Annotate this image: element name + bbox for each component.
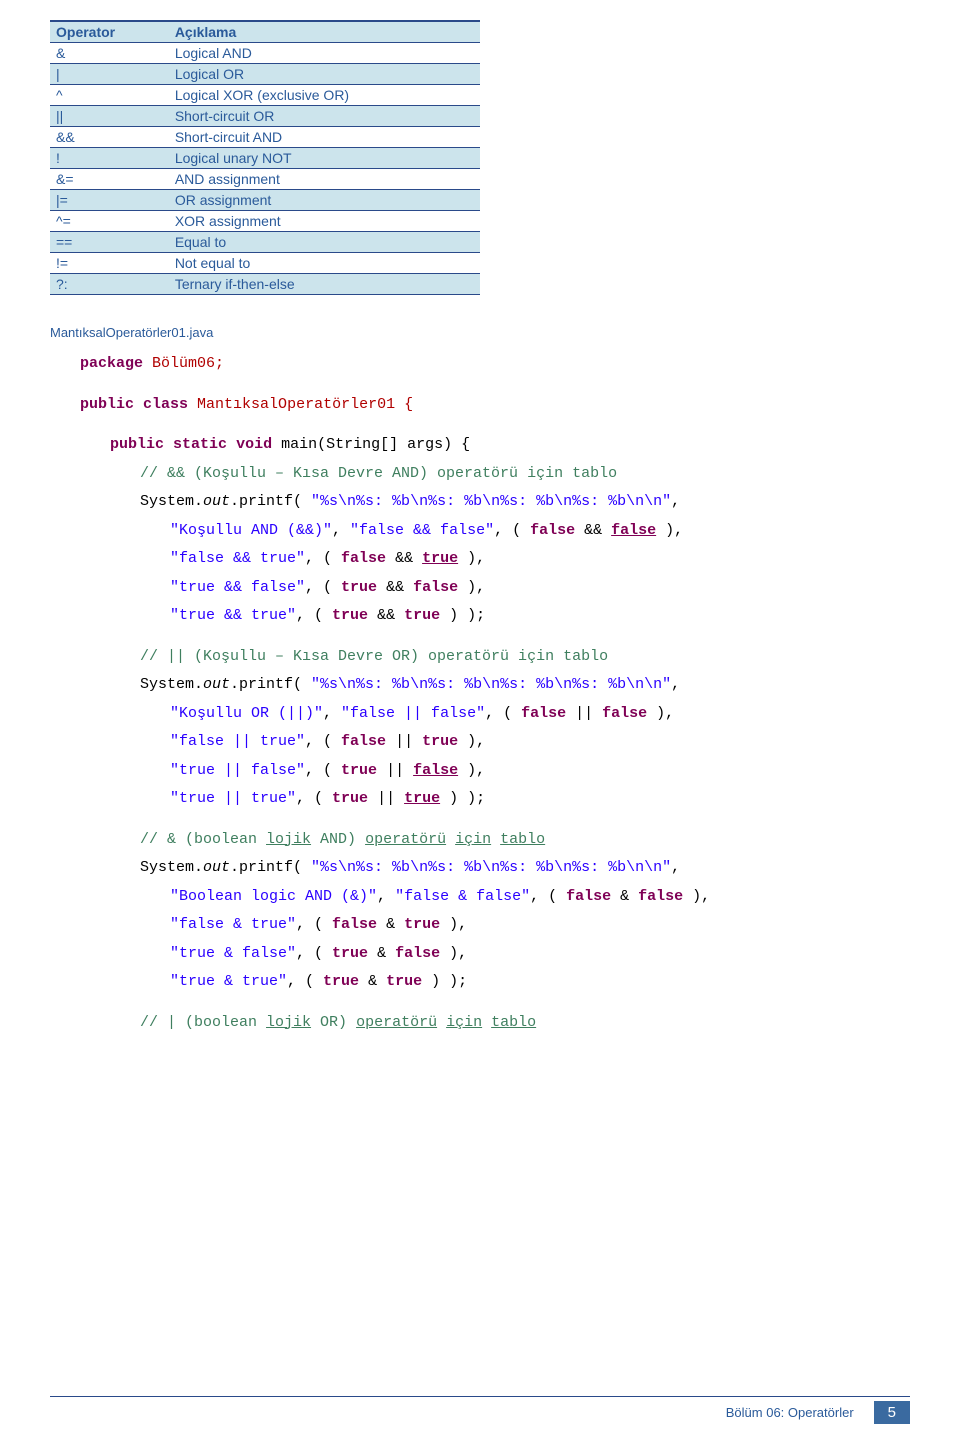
table-cell: ^ (50, 85, 169, 106)
table-cell: Not equal to (169, 253, 480, 274)
table-cell: Equal to (169, 232, 480, 253)
table-cell: Short-circuit OR (169, 106, 480, 127)
table-cell: OR assignment (169, 190, 480, 211)
table-header: Operator (50, 21, 169, 43)
page-footer: Bölüm 06: Operatörler 5 (50, 1396, 910, 1424)
table-cell: ! (50, 148, 169, 169)
table-cell: &= (50, 169, 169, 190)
table-cell: != (50, 253, 169, 274)
table-cell: |= (50, 190, 169, 211)
table-cell: && (50, 127, 169, 148)
table-header: Açıklama (169, 21, 480, 43)
table-cell: Ternary if-then-else (169, 274, 480, 295)
table-cell: Short-circuit AND (169, 127, 480, 148)
table-cell: AND assignment (169, 169, 480, 190)
table-cell: XOR assignment (169, 211, 480, 232)
table-cell: || (50, 106, 169, 127)
table-cell: == (50, 232, 169, 253)
page-number: 5 (874, 1401, 910, 1424)
operator-table: OperatorAçıklama&Logical AND|Logical OR^… (50, 20, 480, 295)
table-cell: | (50, 64, 169, 85)
table-cell: ^= (50, 211, 169, 232)
code-block: package Bölüm06; public class MantıksalO… (80, 350, 910, 1037)
table-cell: Logical OR (169, 64, 480, 85)
table-cell: Logical XOR (exclusive OR) (169, 85, 480, 106)
table-cell: ?: (50, 274, 169, 295)
file-heading: MantıksalOperatörler01.java (50, 325, 910, 340)
table-cell: & (50, 43, 169, 64)
table-cell: Logical unary NOT (169, 148, 480, 169)
footer-text: Bölüm 06: Operatörler (726, 1405, 854, 1420)
table-cell: Logical AND (169, 43, 480, 64)
